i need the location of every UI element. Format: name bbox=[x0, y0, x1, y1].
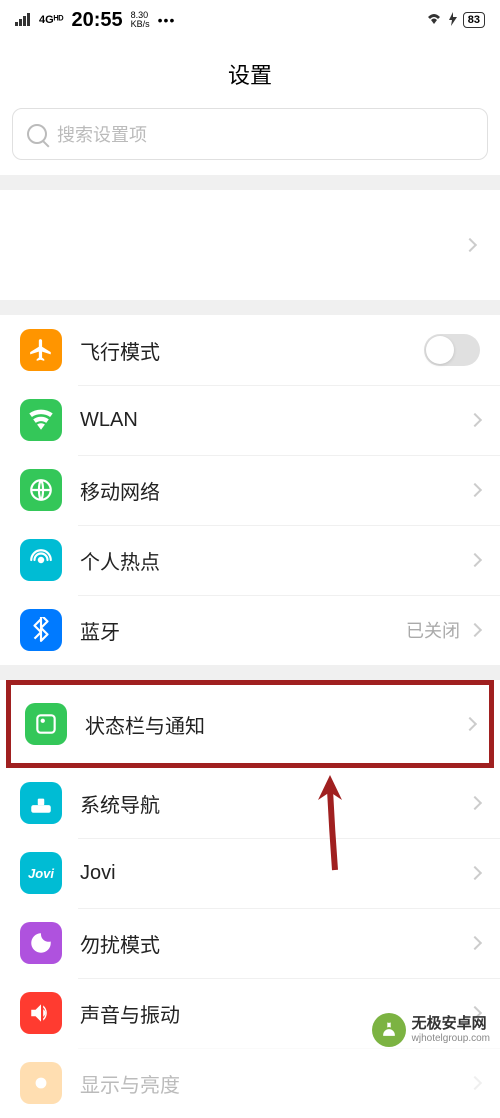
more-icon: ••• bbox=[158, 12, 176, 28]
status-right: 83 bbox=[425, 11, 485, 30]
system-group: 状态栏与通知 系统导航 Jovi Jovi 勿扰模式 声音与振动 显 bbox=[0, 680, 500, 1118]
wifi-icon bbox=[20, 399, 62, 441]
search-container: 搜索设置项 bbox=[0, 108, 500, 175]
chevron-right-icon bbox=[468, 936, 482, 950]
airplane-icon bbox=[20, 329, 62, 371]
row-label: 移动网络 bbox=[80, 476, 470, 505]
chevron-right-icon bbox=[468, 413, 482, 427]
section-gap bbox=[0, 175, 500, 190]
hotspot-row[interactable]: 个人热点 bbox=[0, 525, 500, 595]
search-placeholder: 搜索设置项 bbox=[57, 121, 147, 147]
bluetooth-row[interactable]: 蓝牙 已关闭 bbox=[0, 595, 500, 665]
watermark-url: wjhotelgroup.com bbox=[412, 1033, 490, 1045]
highlight-annotation: 状态栏与通知 bbox=[6, 680, 494, 768]
row-label: Jovi bbox=[80, 862, 470, 885]
navigation-icon bbox=[20, 782, 62, 824]
section-gap bbox=[0, 300, 500, 315]
wifi-icon bbox=[425, 11, 443, 30]
search-input[interactable]: 搜索设置项 bbox=[12, 108, 488, 160]
airplane-mode-row[interactable]: 飞行模式 bbox=[0, 315, 500, 385]
jovi-icon: Jovi bbox=[20, 852, 62, 894]
status-left: 4Gᴴᴰ 20:55 8.30KB/s ••• bbox=[15, 9, 175, 32]
chevron-right-icon bbox=[468, 553, 482, 567]
brightness-icon bbox=[20, 1062, 62, 1104]
row-label: 显示与亮度 bbox=[80, 1069, 470, 1098]
jovi-row[interactable]: Jovi Jovi bbox=[0, 838, 500, 908]
signal-indicator bbox=[15, 12, 31, 29]
display-row[interactable]: 显示与亮度 bbox=[0, 1048, 500, 1118]
network-speed: 8.30KB/s bbox=[131, 11, 150, 29]
chevron-right-icon bbox=[468, 796, 482, 810]
moon-icon bbox=[20, 922, 62, 964]
chevron-right-icon bbox=[463, 717, 477, 731]
network-type: 4Gᴴᴰ bbox=[39, 14, 63, 26]
account-group bbox=[0, 190, 500, 300]
airplane-toggle[interactable] bbox=[424, 334, 480, 366]
watermark-name: 无极安卓网 bbox=[412, 1015, 490, 1033]
row-label: 勿扰模式 bbox=[80, 929, 470, 958]
watermark: 无极安卓网 wjhotelgroup.com bbox=[372, 1013, 490, 1047]
row-label: 状态栏与通知 bbox=[85, 710, 465, 739]
row-label: 蓝牙 bbox=[80, 616, 406, 645]
wlan-row[interactable]: WLAN bbox=[0, 385, 500, 455]
chevron-right-icon bbox=[468, 623, 482, 637]
row-label: 个人热点 bbox=[80, 546, 470, 575]
search-icon bbox=[27, 124, 47, 144]
mobile-network-row[interactable]: 移动网络 bbox=[0, 455, 500, 525]
status-notification-row[interactable]: 状态栏与通知 bbox=[11, 685, 489, 763]
globe-icon bbox=[20, 469, 62, 511]
network-group: 飞行模式 WLAN 移动网络 个人热点 蓝牙 已关闭 bbox=[0, 315, 500, 665]
status-bar: 4Gᴴᴰ 20:55 8.30KB/s ••• 83 bbox=[0, 0, 500, 40]
row-value: 已关闭 bbox=[406, 617, 460, 643]
account-row[interactable] bbox=[0, 190, 500, 300]
battery-indicator: 83 bbox=[463, 12, 485, 28]
clock-time: 20:55 bbox=[71, 9, 122, 32]
chevron-right-icon bbox=[468, 1076, 482, 1090]
dnd-row[interactable]: 勿扰模式 bbox=[0, 908, 500, 978]
row-label: 系统导航 bbox=[80, 789, 470, 818]
row-label: 飞行模式 bbox=[80, 336, 424, 365]
section-gap bbox=[0, 665, 500, 680]
row-label: WLAN bbox=[80, 409, 470, 432]
bluetooth-icon bbox=[20, 609, 62, 651]
watermark-logo bbox=[372, 1013, 406, 1047]
charging-icon bbox=[449, 12, 457, 29]
page-title: 设置 bbox=[0, 40, 500, 108]
chevron-right-icon bbox=[468, 866, 482, 880]
speaker-icon bbox=[20, 992, 62, 1034]
navigation-row[interactable]: 系统导航 bbox=[0, 768, 500, 838]
chevron-right-icon bbox=[468, 483, 482, 497]
hotspot-icon bbox=[20, 539, 62, 581]
chevron-right-icon bbox=[463, 238, 477, 252]
notification-icon bbox=[25, 703, 67, 745]
